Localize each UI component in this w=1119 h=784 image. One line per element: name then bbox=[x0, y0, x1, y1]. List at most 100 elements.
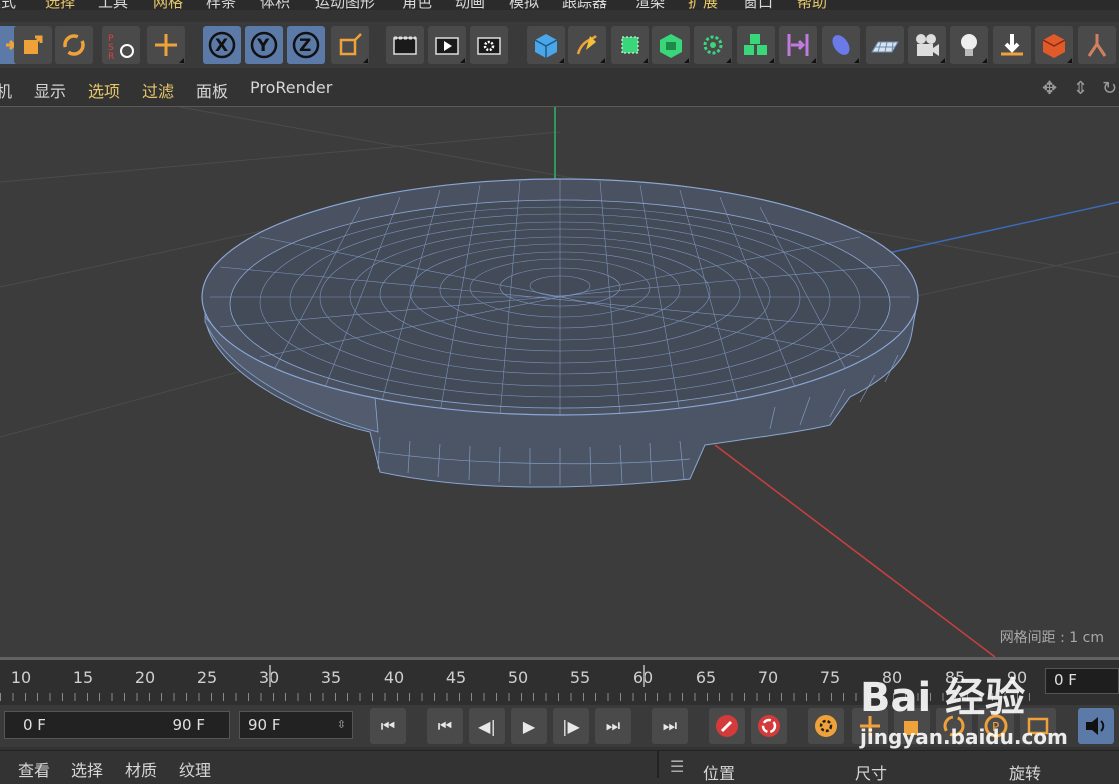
max-frame-field[interactable]: 90 F ⇳ bbox=[239, 711, 353, 739]
autokey-button[interactable] bbox=[751, 708, 787, 744]
drop-to-floor-button[interactable] bbox=[993, 26, 1031, 64]
svg-text:X: X bbox=[215, 36, 228, 56]
subdivision-surface-icon bbox=[621, 36, 639, 54]
menu-simulate[interactable]: 模拟 bbox=[509, 0, 539, 10]
extrude-generator-button[interactable] bbox=[652, 26, 690, 64]
viewport-scene bbox=[0, 107, 1119, 657]
z-axis-line bbox=[869, 201, 1119, 258]
material-button[interactable] bbox=[1035, 26, 1073, 64]
deformer-icon bbox=[832, 35, 850, 55]
next-key-button[interactable]: ⏭ bbox=[595, 708, 631, 744]
viewport-menu-options[interactable]: 选项 bbox=[88, 78, 120, 102]
z-axis-lock-button[interactable]: Z bbox=[287, 26, 325, 64]
next-frame-button[interactable]: |▶ bbox=[553, 708, 589, 744]
character-button[interactable] bbox=[1078, 26, 1116, 64]
play-icon: ▶ bbox=[522, 716, 536, 736]
render-to-picture-viewer-button[interactable] bbox=[428, 26, 466, 64]
goto-end-button[interactable]: ⏭ bbox=[652, 708, 688, 744]
timeline-tick: 35 bbox=[320, 668, 342, 687]
x-axis-lock-button[interactable]: X bbox=[203, 26, 241, 64]
viewport-dolly-icon[interactable]: ⇕ bbox=[1073, 78, 1088, 99]
viewport-menu-camera[interactable]: 机 bbox=[0, 78, 12, 102]
play-button[interactable]: ▶ bbox=[511, 708, 547, 744]
menu-help[interactable]: 帮助 bbox=[797, 0, 827, 10]
viewport-menu-prorender[interactable]: ProRender bbox=[250, 78, 332, 97]
range-start-label: 0 F bbox=[23, 716, 46, 734]
cloner-button[interactable] bbox=[737, 26, 775, 64]
timeline-tick: 15 bbox=[72, 668, 94, 687]
material-manager-menu-texture[interactable]: 纹理 bbox=[179, 757, 211, 781]
render-settings-icon bbox=[477, 37, 501, 55]
menu-spline[interactable]: 样条 bbox=[206, 0, 236, 10]
panel-divider[interactable] bbox=[657, 750, 659, 778]
menu-mesh[interactable]: 网格 bbox=[153, 0, 183, 10]
menu-window[interactable]: 窗口 bbox=[743, 0, 773, 10]
svg-text:Z: Z bbox=[299, 36, 311, 56]
watermark-logo: Bai 经验 bbox=[860, 675, 1026, 721]
record-keys-button[interactable] bbox=[709, 708, 745, 744]
goto-start-button[interactable]: ⏮ bbox=[370, 708, 406, 744]
axis-move-icon bbox=[155, 34, 177, 56]
3d-viewport[interactable]: 网格间距 : 1 cm bbox=[0, 107, 1119, 657]
speaker-icon bbox=[1086, 717, 1105, 735]
grid-spacing-label: 网格间距 : 1 cm bbox=[999, 630, 1104, 646]
cube-object-icon bbox=[534, 34, 558, 58]
coordinate-system-button[interactable] bbox=[331, 26, 369, 64]
menu-character[interactable]: 角色 bbox=[402, 0, 432, 10]
preview-range-slider[interactable]: 0 F 90 F bbox=[4, 711, 230, 739]
menu-animation[interactable]: 动画 bbox=[455, 0, 485, 10]
previous-frame-button[interactable]: ◀| bbox=[469, 708, 505, 744]
character-icon bbox=[1087, 34, 1107, 57]
timeline-tick: 75 bbox=[819, 668, 841, 687]
drop-to-floor-icon bbox=[1001, 34, 1023, 56]
keyframe-selection-button[interactable] bbox=[808, 708, 844, 744]
light-icon bbox=[961, 34, 977, 56]
y-axis-lock-icon: Y bbox=[250, 31, 278, 59]
render-view-button[interactable] bbox=[386, 26, 424, 64]
deformer-button[interactable] bbox=[822, 26, 860, 64]
cube-object-button[interactable] bbox=[527, 26, 565, 64]
viewport-menu-panel[interactable]: 面板 bbox=[196, 78, 228, 102]
baidu-jingyan-watermark: Bai 经验 jingyan.baidu.com bbox=[860, 665, 1068, 760]
axis-move-button[interactable] bbox=[147, 26, 185, 64]
goto-end-icon: ⏭ bbox=[662, 716, 678, 735]
previous-key-button[interactable]: ⏮ bbox=[427, 708, 463, 744]
material-manager-menu-material[interactable]: 材质 bbox=[125, 757, 157, 781]
viewport-menu-filter[interactable]: 过滤 bbox=[142, 78, 174, 102]
menu-tracker[interactable]: 跟踪器 bbox=[562, 0, 607, 10]
menu-volume[interactable]: 体积 bbox=[260, 0, 290, 10]
menu-select[interactable]: 选择 bbox=[45, 0, 75, 10]
menu-tools[interactable]: 工具 bbox=[98, 0, 128, 10]
array-deformer-button[interactable] bbox=[694, 26, 732, 64]
menu-mode[interactable]: 模式 bbox=[0, 0, 16, 10]
menu-extensions[interactable]: 扩展 bbox=[688, 0, 718, 10]
material-manager-menu-select[interactable]: 选择 bbox=[71, 757, 103, 781]
scale-tool-button[interactable] bbox=[14, 26, 52, 64]
viewport-menu-display[interactable]: 显示 bbox=[34, 78, 66, 102]
bend-deformer-button[interactable] bbox=[779, 26, 817, 64]
cloner-icon bbox=[744, 34, 767, 55]
playhead-marker-30 bbox=[269, 665, 271, 687]
menu-render[interactable]: 渲染 bbox=[635, 0, 665, 10]
camera-icon bbox=[916, 34, 939, 56]
bend-deformer-icon bbox=[787, 34, 809, 56]
timeline-tick: 65 bbox=[695, 668, 717, 687]
viewport-orbit-icon[interactable]: ↻ bbox=[1102, 78, 1117, 99]
material-manager-menu-view[interactable]: 查看 bbox=[18, 757, 50, 781]
y-axis-lock-button[interactable]: Y bbox=[245, 26, 283, 64]
hamburger-menu-icon[interactable]: ☰ bbox=[670, 757, 684, 776]
pen-spline-button[interactable] bbox=[568, 26, 606, 64]
spinner-arrows-icon[interactable]: ⇳ bbox=[337, 712, 346, 738]
plate-mesh[interactable] bbox=[201, 178, 919, 488]
menu-mograph[interactable]: 运动图形 bbox=[315, 0, 375, 10]
light-button[interactable] bbox=[950, 26, 988, 64]
camera-button[interactable] bbox=[908, 26, 946, 64]
sound-button[interactable] bbox=[1078, 708, 1114, 744]
viewport-pan-icon[interactable]: ✥ bbox=[1042, 78, 1057, 99]
subdivision-surface-button[interactable] bbox=[611, 26, 649, 64]
floor-object-button[interactable] bbox=[866, 26, 904, 64]
rotate-tool-button[interactable] bbox=[55, 26, 93, 64]
timeline-tick: 50 bbox=[507, 668, 529, 687]
render-settings-button[interactable] bbox=[470, 26, 508, 64]
psr-reset-button[interactable]: PSR bbox=[102, 26, 140, 64]
